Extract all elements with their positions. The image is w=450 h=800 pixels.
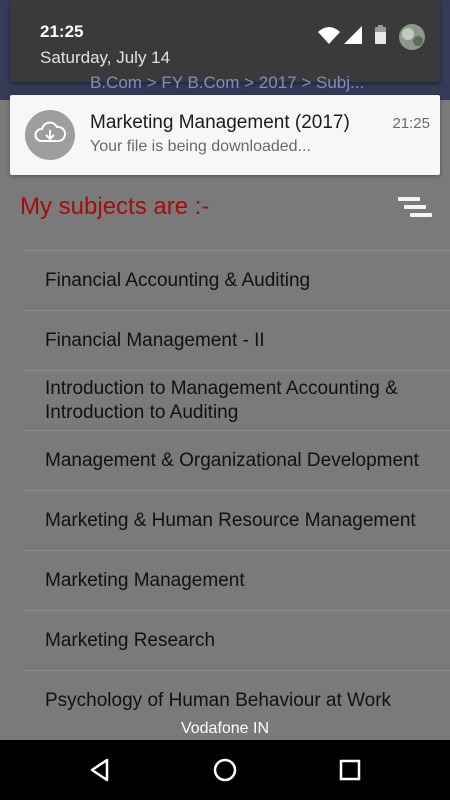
home-icon[interactable]: [210, 755, 240, 785]
subject-label: Management & Organizational Development: [45, 449, 419, 471]
status-date: Saturday, July 14: [40, 48, 171, 67]
download-notification[interactable]: Marketing Management (2017) 21:25 Your f…: [10, 95, 440, 175]
list-item[interactable]: Marketing & Human Resource Management: [24, 490, 450, 550]
list-item[interactable]: Financial Management - II: [24, 310, 450, 370]
list-item[interactable]: Financial Accounting & Auditing: [24, 250, 450, 310]
subject-label: Introduction to Management Accounting & …: [45, 377, 398, 423]
subject-label: Marketing & Human Resource Management: [45, 509, 416, 531]
subject-label: Psychology of Human Behaviour at Work: [45, 689, 392, 711]
avatar[interactable]: [399, 24, 425, 50]
notification-shade[interactable]: 21:25 Saturday, July 14: [10, 0, 440, 82]
subject-label: Financial Accounting & Auditing: [45, 269, 311, 291]
list-item[interactable]: Management & Organizational Development: [24, 430, 450, 490]
carrier-label: Vodafone IN: [180, 720, 270, 737]
back-icon[interactable]: [85, 755, 115, 785]
list-item[interactable]: Marketing Research: [24, 610, 450, 670]
status-icons: [318, 24, 425, 50]
notification-title: Marketing Management (2017): [90, 112, 350, 133]
wifi-icon: [318, 27, 340, 44]
list-item[interactable]: Marketing Management: [24, 550, 450, 610]
navigation-bar: [0, 740, 450, 800]
list-menu-icon[interactable]: [398, 197, 432, 223]
notification-time: 21:25: [392, 115, 430, 132]
battery-icon: [375, 25, 386, 44]
subject-list: Financial Accounting & Auditing Financia…: [24, 250, 450, 730]
notification-text: Your file is being downloaded...: [90, 138, 311, 155]
subject-label: Financial Management - II: [45, 329, 265, 351]
page-title: My subjects are :-: [20, 193, 210, 220]
recents-icon[interactable]: [335, 755, 365, 785]
subject-label: Marketing Management: [45, 569, 245, 591]
signal-icon: [344, 26, 362, 44]
breadcrumb: B.Com > FY B.Com > 2017 > Subj...: [90, 73, 365, 92]
cloud-download-icon: [25, 110, 75, 160]
list-item[interactable]: Introduction to Management Accounting & …: [24, 370, 450, 430]
subject-label: Marketing Research: [45, 629, 216, 651]
status-time: 21:25: [40, 22, 84, 41]
